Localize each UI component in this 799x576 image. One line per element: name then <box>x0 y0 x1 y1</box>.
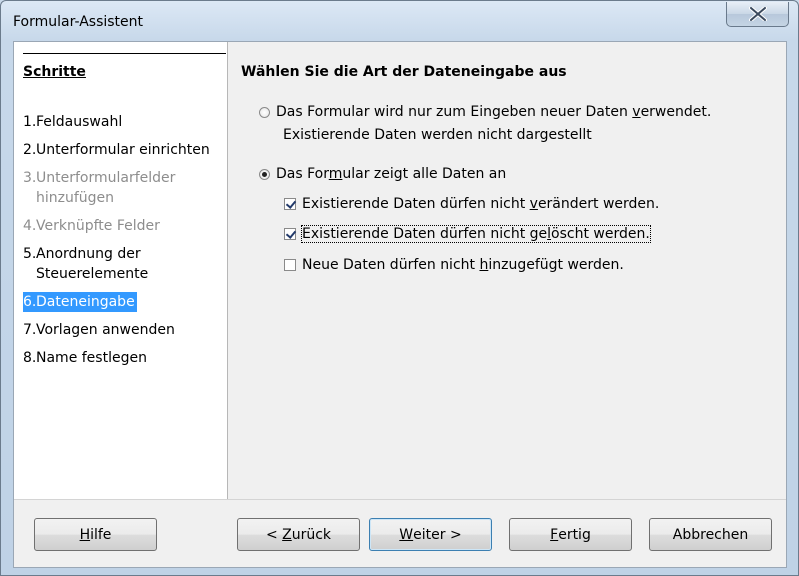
wizard-window: Formular-Assistent Schritte 1. Feldauswa… <box>0 0 799 576</box>
radio-new-data-only-label: Das Formular wird nur zum Eingeben neuer… <box>276 104 712 120</box>
dialog-client-area: Schritte 1. Feldauswahl 2. Unterformular… <box>13 41 787 568</box>
checkbox-no-add-label: Neue Daten dürfen nicht hinzugefügt werd… <box>302 257 624 273</box>
steps-sidebar: Schritte 1. Feldauswahl 2. Unterformular… <box>14 42 228 499</box>
steps-heading: Schritte <box>23 64 86 80</box>
panel-title: Wählen Sie die Art der Dateneingabe aus <box>241 64 567 80</box>
step-verknuepfte-felder: 4. Verknüpfte Felder <box>23 218 160 234</box>
radio-show-all-data[interactable]: Das Formular zeigt alle Daten an <box>259 166 506 182</box>
step-unterformularfelder-hinzufuegen: 3. Unterformularfelder hinzufügen <box>23 170 176 206</box>
step-anordnung-der-steuerelemente[interactable]: 5. Anordnung der Steuerelemente <box>23 244 148 284</box>
radio-show-all-data-label: Das Formular zeigt alle Daten an <box>276 166 507 182</box>
checkbox-no-delete[interactable]: Existierende Daten dürfen nicht gelöscht… <box>284 225 651 243</box>
close-icon <box>749 7 767 21</box>
close-button[interactable] <box>726 2 789 27</box>
checkbox-no-add[interactable]: Neue Daten dürfen nicht hinzugefügt werd… <box>284 257 624 273</box>
window-title: Formular-Assistent <box>13 14 144 30</box>
checkbox-no-add-box[interactable] <box>284 259 296 271</box>
radio-new-data-only-indicator[interactable] <box>259 106 270 118</box>
radio-new-data-only[interactable]: Das Formular wird nur zum Eingeben neuer… <box>259 104 711 120</box>
next-button[interactable]: Weiter > <box>369 518 492 551</box>
step-dateneingabe[interactable]: 6. Dateneingabe <box>23 292 137 312</box>
finish-button[interactable]: Fertig <box>509 518 632 551</box>
help-button[interactable]: Hilfe <box>34 518 157 551</box>
checkbox-no-modify[interactable]: Existierende Daten dürfen nicht veränder… <box>284 196 659 212</box>
footer-separator <box>14 499 786 500</box>
checkbox-no-delete-label: Existierende Daten dürfen nicht gelöscht… <box>301 225 651 243</box>
back-button[interactable]: < Zurück <box>237 518 360 551</box>
step-unterformular-einrichten[interactable]: 2. Unterformular einrichten <box>23 140 210 160</box>
cancel-button[interactable]: Abbrechen <box>649 518 772 551</box>
data-entry-panel: Wählen Sie die Art der Dateneingabe aus … <box>228 42 786 499</box>
checkbox-no-delete-box[interactable] <box>284 228 296 240</box>
sidebar-divider <box>23 53 226 54</box>
step-vorlagen-anwenden[interactable]: 7. Vorlagen anwenden <box>23 320 175 340</box>
radio-new-data-only-subtext: Existierende Daten werden nicht dargeste… <box>283 127 592 143</box>
step-feldauswahl[interactable]: 1. Feldauswahl <box>23 112 122 132</box>
title-bar[interactable]: Formular-Assistent <box>1 1 798 41</box>
checkbox-no-modify-box[interactable] <box>284 198 296 210</box>
checkbox-no-modify-label: Existierende Daten dürfen nicht veränder… <box>302 196 660 212</box>
step-name-festlegen[interactable]: 8. Name festlegen <box>23 348 147 368</box>
radio-show-all-data-indicator[interactable] <box>259 168 270 180</box>
